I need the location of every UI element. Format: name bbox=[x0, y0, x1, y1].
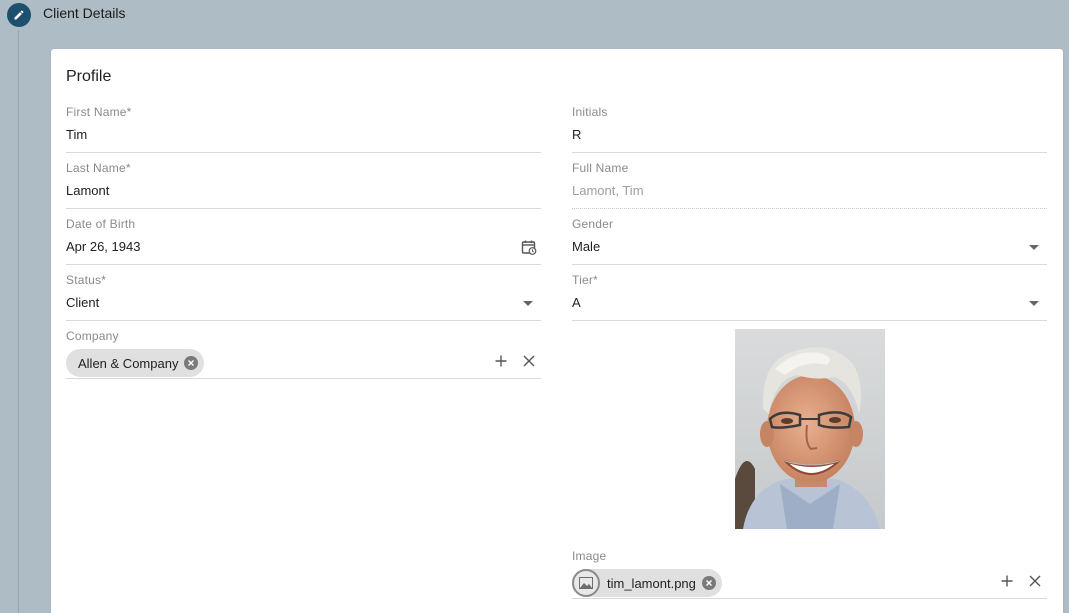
pencil-icon[interactable] bbox=[7, 3, 31, 27]
gender-label: Gender bbox=[572, 217, 614, 231]
company-chip[interactable]: Allen & Company bbox=[66, 349, 205, 377]
initials-field[interactable]: Initials R bbox=[572, 105, 1047, 153]
status-dropdown-arrow-icon[interactable] bbox=[523, 301, 533, 306]
card-title: Profile bbox=[66, 68, 112, 85]
stepper-line bbox=[18, 30, 19, 613]
image-field[interactable]: Image tim_lamont.png bbox=[572, 549, 1047, 599]
image-file-icon bbox=[572, 569, 600, 597]
date-of-birth-value[interactable]: Apr 26, 1943 bbox=[66, 239, 140, 254]
date-of-birth-field[interactable]: Date of Birth Apr 26, 1943 bbox=[66, 217, 541, 265]
date-of-birth-label: Date of Birth bbox=[66, 217, 136, 231]
tier-value[interactable]: A bbox=[572, 295, 581, 310]
tier-dropdown-arrow-icon[interactable] bbox=[1029, 301, 1039, 306]
clear-image-icon[interactable] bbox=[1027, 573, 1043, 589]
image-chip-label: tim_lamont.png bbox=[607, 575, 696, 591]
tier-label: Tier* bbox=[572, 273, 598, 287]
add-company-icon[interactable] bbox=[493, 353, 509, 369]
last-name-field[interactable]: Last Name* Lamont bbox=[66, 161, 541, 209]
client-details-page: Client Details Profile First Name* Tim L… bbox=[0, 0, 1069, 613]
company-chip-label: Allen & Company bbox=[78, 355, 179, 371]
profile-card: Profile First Name* Tim Last Name* Lamon… bbox=[51, 49, 1063, 613]
calendar-icon[interactable] bbox=[521, 239, 537, 255]
first-name-label: First Name* bbox=[66, 105, 132, 119]
step-title: Client Details bbox=[43, 5, 126, 21]
first-name-field[interactable]: First Name* Tim bbox=[66, 105, 541, 153]
status-field[interactable]: Status* Client bbox=[66, 273, 541, 321]
full-name-label: Full Name bbox=[572, 161, 629, 175]
last-name-value[interactable]: Lamont bbox=[66, 183, 109, 198]
full-name-value: Lamont, Tim bbox=[572, 183, 644, 198]
last-name-label: Last Name* bbox=[66, 161, 131, 175]
full-name-field: Full Name Lamont, Tim bbox=[572, 161, 1047, 209]
client-photo bbox=[735, 329, 885, 529]
company-field[interactable]: Company Allen & Company bbox=[66, 329, 541, 379]
initials-label: Initials bbox=[572, 105, 608, 119]
add-image-icon[interactable] bbox=[999, 573, 1015, 589]
gender-dropdown-arrow-icon[interactable] bbox=[1029, 245, 1039, 250]
first-name-value[interactable]: Tim bbox=[66, 127, 87, 142]
remove-image-icon[interactable] bbox=[701, 576, 716, 590]
company-actions bbox=[493, 353, 537, 369]
image-actions bbox=[999, 573, 1043, 589]
clear-company-icon[interactable] bbox=[521, 353, 537, 369]
initials-value[interactable]: R bbox=[572, 127, 581, 142]
status-label: Status* bbox=[66, 273, 107, 287]
status-value[interactable]: Client bbox=[66, 295, 99, 310]
gender-field[interactable]: Gender Male bbox=[572, 217, 1047, 265]
image-label: Image bbox=[572, 549, 607, 563]
gender-value[interactable]: Male bbox=[572, 239, 600, 254]
image-chip[interactable]: tim_lamont.png bbox=[572, 569, 722, 597]
company-label: Company bbox=[66, 329, 119, 343]
remove-company-icon[interactable] bbox=[184, 356, 199, 370]
tier-field[interactable]: Tier* A bbox=[572, 273, 1047, 321]
